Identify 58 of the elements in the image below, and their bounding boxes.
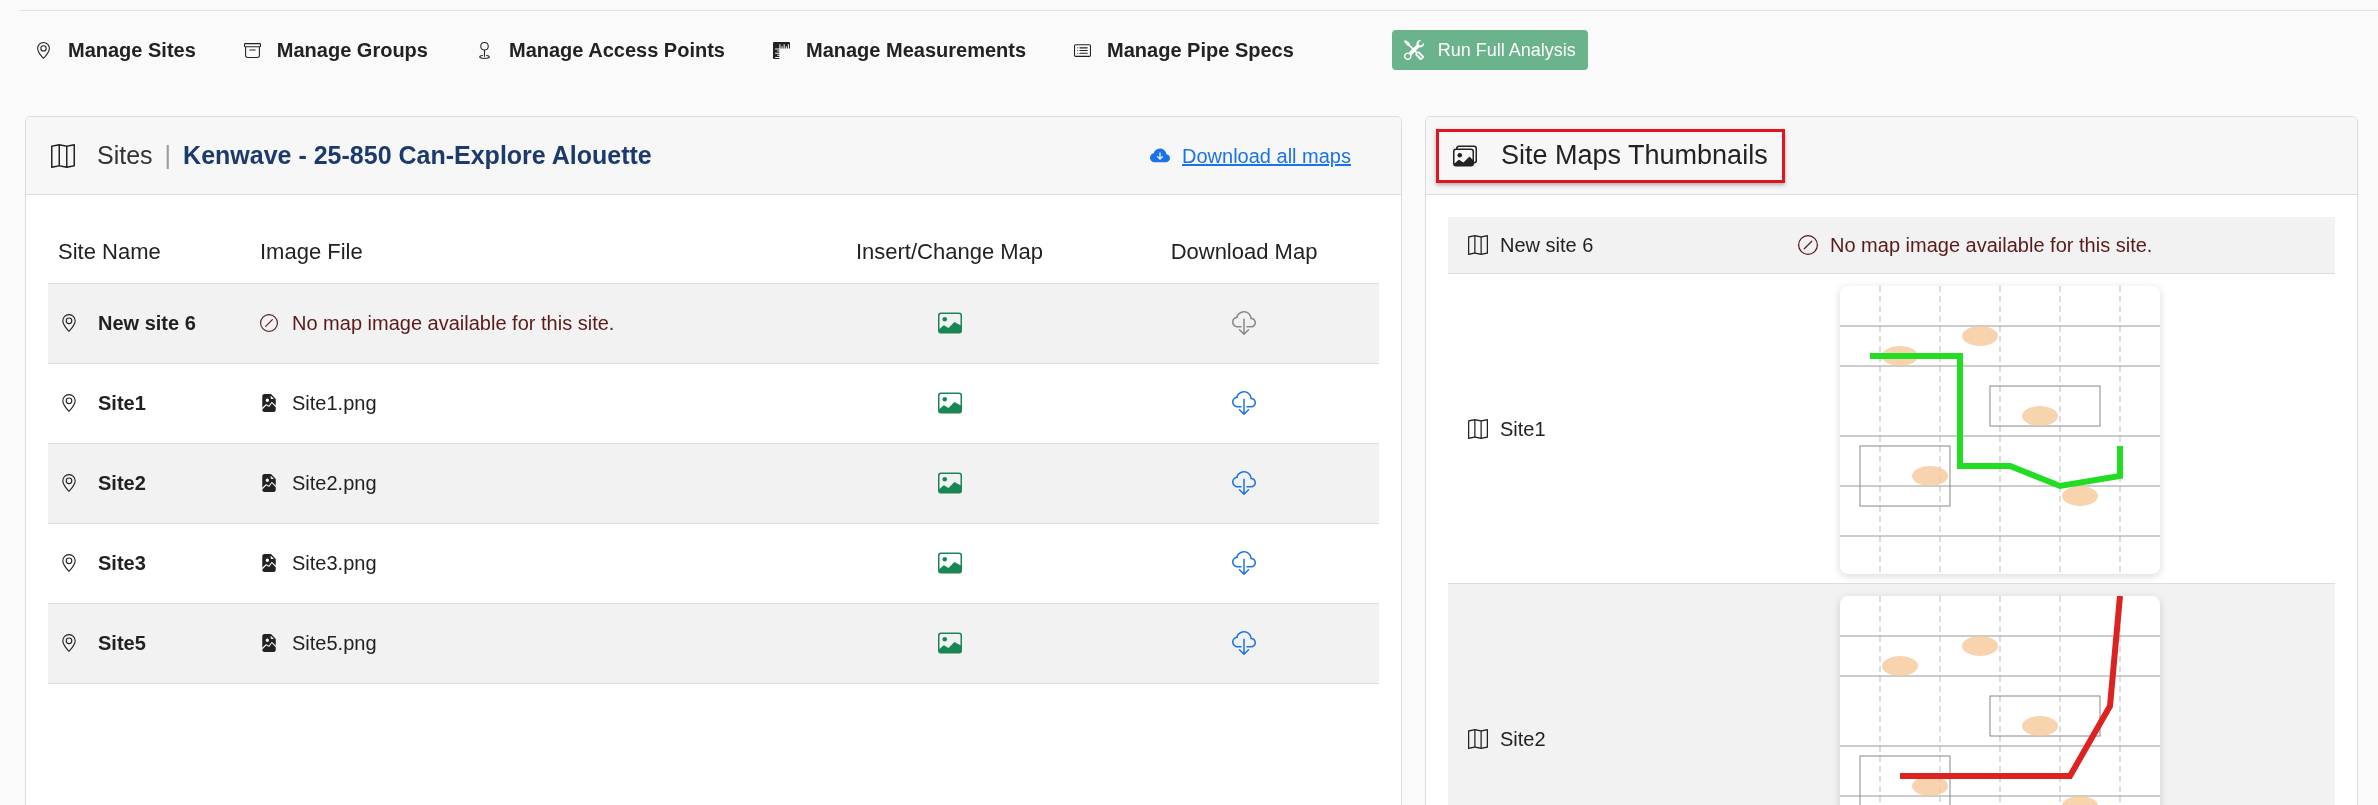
tray-icon — [243, 41, 261, 59]
site-name: New site 6 — [1500, 233, 1594, 258]
title-separator: | — [164, 139, 172, 171]
file-name: Site3.png — [292, 551, 377, 576]
nav-link[interactable]: Manage Sites — [35, 35, 196, 65]
image-file-icon — [260, 394, 278, 412]
site-name: Site2 — [98, 471, 146, 496]
panel-title: Site Maps Thumbnails — [1501, 139, 1768, 173]
site-name: Site2 — [1500, 726, 1546, 752]
map-icon — [1468, 728, 1488, 749]
tools-icon — [1403, 40, 1424, 60]
image-file-icon — [260, 554, 278, 572]
insert-map-button[interactable] — [937, 551, 962, 576]
download-map-button[interactable] — [1232, 391, 1256, 416]
site-name: Site3 — [98, 551, 146, 576]
image-file-icon — [260, 634, 278, 652]
no-map-message: No map image available for this site. — [292, 311, 615, 336]
project-name: Kenwave - 25-850 Can-Explore Alouette — [183, 139, 652, 171]
file-name: Site5.png — [292, 631, 377, 656]
pin-icon — [35, 41, 52, 59]
map-icon — [1468, 235, 1488, 255]
map-icon — [51, 143, 75, 168]
site-name: New site 6 — [98, 311, 196, 336]
nav-link[interactable]: Manage Groups — [243, 35, 428, 65]
panel-title: Sites — [97, 139, 153, 171]
download-map-button[interactable] — [1232, 631, 1256, 656]
site-name: Site5 — [98, 631, 146, 656]
download-all-link[interactable]: Download all maps — [1150, 140, 1351, 171]
nav-link[interactable]: Manage Measurements — [773, 35, 1027, 65]
no-entry-icon — [1798, 235, 1818, 255]
column-header: Download Map — [1170, 238, 1318, 264]
insert-map-button[interactable] — [937, 311, 962, 336]
insert-map-button[interactable] — [937, 471, 962, 496]
list-card-icon — [1074, 41, 1092, 59]
column-header: Insert/Change Map — [855, 238, 1044, 264]
image-file-icon — [260, 474, 278, 492]
nav-link[interactable]: Manage Pipe Specs — [1074, 35, 1294, 65]
pin-icon — [60, 554, 78, 572]
nav-link[interactable]: Manage Access Points — [475, 35, 725, 65]
insert-map-button[interactable] — [937, 631, 962, 656]
no-entry-icon — [260, 314, 278, 332]
images-icon — [1453, 143, 1477, 168]
site-name: Site1 — [1500, 416, 1546, 442]
column-header: Image File — [260, 238, 363, 264]
file-name: Site2.png — [292, 471, 377, 496]
pin-icon — [60, 314, 78, 332]
file-name: Site1.png — [292, 391, 377, 416]
map-icon — [1468, 418, 1488, 439]
download-map-button[interactable] — [1232, 471, 1256, 496]
pin-icon — [60, 634, 78, 652]
site-name: Site1 — [98, 391, 146, 416]
pin-icon — [60, 394, 78, 412]
no-map-message: No map image available for this site. — [1830, 233, 2153, 258]
download-map-button[interactable] — [1232, 551, 1256, 576]
insert-map-button[interactable] — [937, 391, 962, 416]
pin-icon — [60, 474, 78, 492]
column-header: Site Name — [58, 238, 161, 264]
ruler-icon — [773, 41, 790, 59]
